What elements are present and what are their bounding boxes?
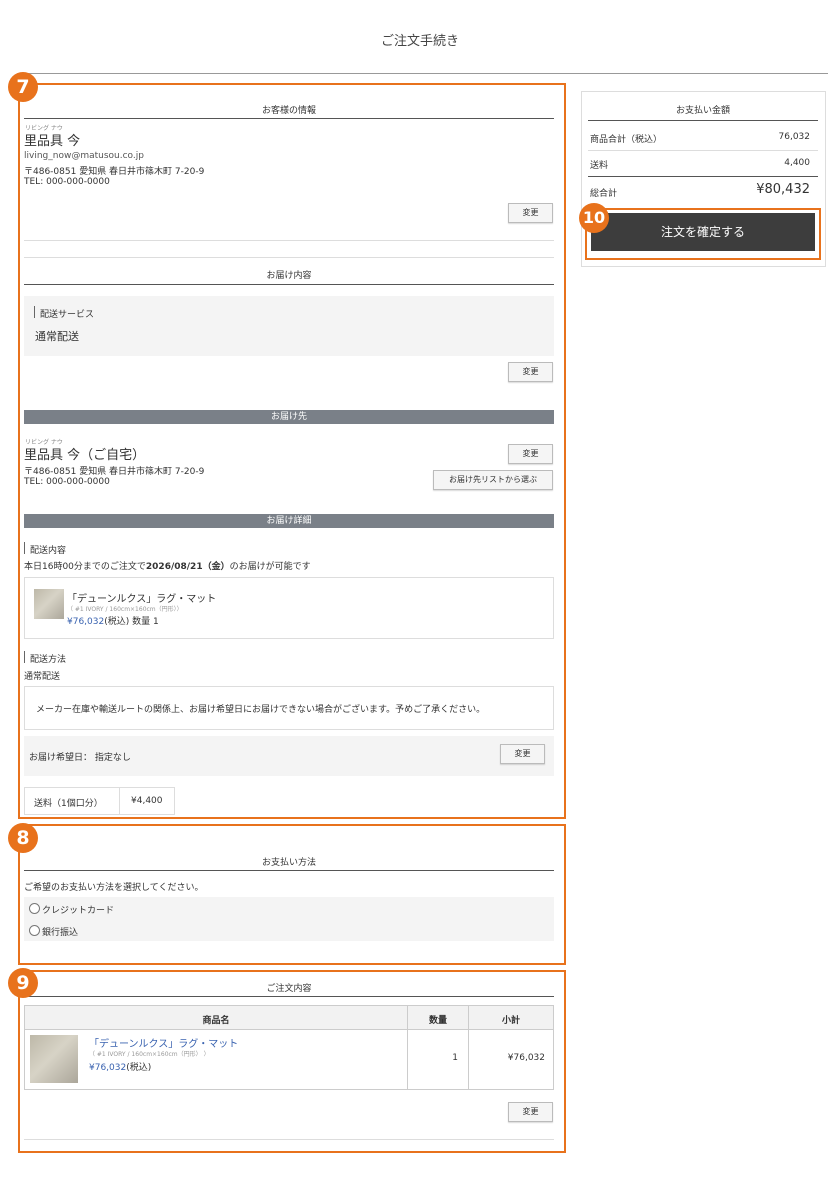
header-divider (18, 73, 828, 74)
shipping-fee-label: 送料（1個口分） (34, 799, 103, 809)
destination-change-button[interactable]: 変更 (508, 444, 553, 464)
destination-band: お届け先 (24, 410, 554, 424)
customer-heading-rule (24, 118, 554, 119)
customer-change-button[interactable]: 変更 (508, 203, 553, 223)
notice-post: のお届けが可能です (229, 562, 311, 572)
delivery-service-label: 配送サービス (40, 310, 95, 320)
shipping-fee-value: ¥4,400 (131, 796, 163, 806)
wish-date-text: お届け希望日： 指定なし (29, 753, 131, 763)
delivery-item-price: ¥76,032 (67, 617, 105, 627)
customer-name: 里品具 今 (24, 134, 81, 149)
delivery-section-top-divider (24, 257, 554, 258)
delivery-method-label: 配送方法 (30, 655, 67, 665)
destination-tel: TEL: 000-000-0000 (24, 477, 110, 487)
order-col-subtotal: 小計 (501, 1016, 520, 1026)
annotation-badge-9: 9 (8, 968, 38, 998)
destination-address: 〒486-0851 愛知県 春日井市篠木町 7-20-9 (24, 467, 205, 477)
destination-list-button[interactable]: お届け先リストから選ぶ (433, 470, 553, 490)
delivery-item-price-line: ¥76,032(税込) 数量 1 (67, 614, 159, 627)
order-item-price-line: ¥76,032(税込) (89, 1060, 151, 1073)
product-thumbnail (34, 589, 64, 619)
delivery-item-tax: (税込) (104, 617, 130, 627)
customer-tel: TEL: 000-000-0000 (24, 177, 110, 187)
delivery-method-notice: メーカー在庫や輸送ルートの関係上、お届け希望日にお届けできない場合がございます。… (36, 705, 486, 715)
order-item-subtotal: ¥76,032 (507, 1053, 545, 1063)
order-item-price: ¥76,032 (89, 1063, 127, 1073)
delivery-service-label-bar (34, 306, 35, 318)
radio-icon[interactable] (29, 925, 40, 936)
annotation-box-8 (18, 824, 566, 965)
summary-subtotal-label: 商品合計（税込） (590, 135, 663, 145)
confirm-order-button[interactable]: 注文を確定する (591, 213, 815, 251)
payment-option-credit-label: クレジットカード (42, 906, 115, 916)
summary-total-rule (588, 176, 818, 177)
summary-total-value: ¥80,432 (756, 182, 810, 197)
order-change-button[interactable]: 変更 (508, 1102, 553, 1122)
delivery-availability-notice: 本日16時00分までのご注文で2026/08/21（金）のお届けが可能です (24, 559, 311, 572)
order-item-spec: （ #1 IVORY / 160cm×160cm（円形） ） (89, 1051, 210, 1058)
wish-date-change-button[interactable]: 変更 (500, 744, 545, 764)
delivery-detail-content-label: 配送内容 (30, 546, 67, 556)
summary-row-divider (588, 150, 818, 151)
customer-section-divider (24, 240, 554, 241)
order-section-divider (24, 1139, 554, 1140)
payment-heading: お支払い方法 (261, 858, 316, 868)
order-heading-rule (24, 996, 554, 997)
delivery-method-bar (24, 651, 25, 663)
notice-pre: 本日16時00分までのご注文で (24, 562, 146, 572)
order-col-qty: 数量 (428, 1016, 447, 1026)
delivery-item-name: 「デューンルクス」ラグ・マット (67, 594, 217, 605)
order-col-product: 商品名 (202, 1016, 230, 1026)
order-item-qty: 1 (452, 1053, 458, 1063)
delivery-content-change-button[interactable]: 変更 (508, 362, 553, 382)
customer-email: living_now@matusou.co.jp (24, 151, 144, 161)
delivery-content-heading-rule (24, 284, 554, 285)
delivery-service-panel (24, 296, 554, 356)
order-item-tax: (税込) (126, 1063, 152, 1073)
order-item-name[interactable]: 「デューンルクス」ラグ・マット (89, 1035, 238, 1050)
summary-total-label: 総合計 (590, 189, 618, 199)
payment-heading-rule (24, 870, 554, 871)
payment-option-bank-label: 銀行振込 (42, 928, 79, 938)
summary-shipping-label: 送料 (590, 161, 609, 171)
radio-icon[interactable] (29, 903, 40, 914)
notice-date: 2026/08/21（金） (145, 562, 230, 572)
payment-option-credit[interactable]: クレジットカード (29, 903, 114, 916)
delivery-content-heading: お届け内容 (266, 271, 312, 281)
delivery-detail-content-bar (24, 542, 25, 554)
summary-shipping-value: 4,400 (784, 158, 810, 168)
annotation-badge-8: 8 (8, 823, 38, 853)
destination-name: 里品具 今（ご自宅） (24, 448, 146, 463)
delivery-service-value: 通常配送 (35, 330, 79, 343)
customer-address: 〒486-0851 愛知県 春日井市篠木町 7-20-9 (24, 167, 205, 177)
payment-option-bank[interactable]: 銀行振込 (29, 925, 78, 938)
product-thumbnail (30, 1035, 78, 1083)
annotation-badge-10: 10 (579, 203, 609, 233)
page-title: ご注文手続き (380, 34, 459, 49)
payment-prompt: ご希望のお支払い方法を選択してください。 (24, 883, 204, 893)
order-heading: ご注文内容 (266, 984, 312, 994)
delivery-item-qty: 数量 1 (132, 617, 159, 627)
delivery-item-spec: （ #1 IVORY / 160cm×160cm（円形）） (67, 606, 183, 613)
summary-heading: お支払い金額 (675, 106, 730, 116)
customer-heading: お客様の情報 (261, 106, 316, 116)
annotation-badge-7: 7 (8, 72, 38, 102)
summary-subtotal-value: 76,032 (778, 132, 811, 142)
delivery-detail-band: お届け詳細 (24, 514, 554, 528)
delivery-method-value: 通常配送 (24, 672, 61, 682)
summary-heading-rule (588, 120, 818, 121)
